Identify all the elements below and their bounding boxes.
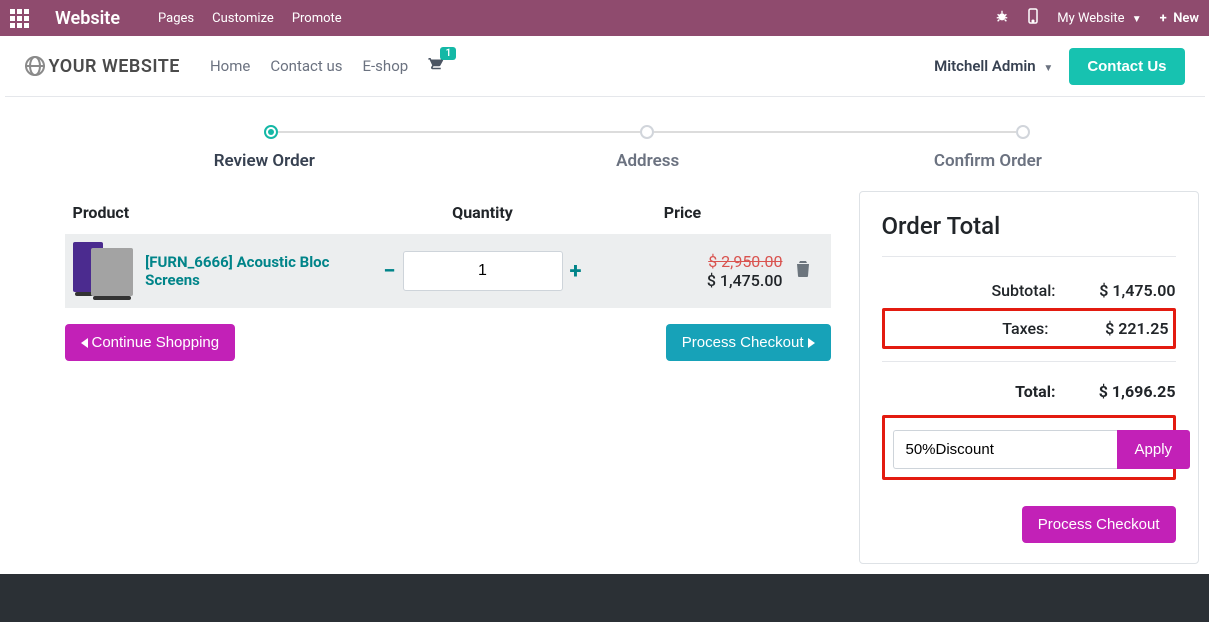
new-button-label: New bbox=[1173, 11, 1199, 26]
cart-table-header: Product Quantity Price bbox=[65, 191, 831, 234]
taxes-row: Taxes: $ 221.25 bbox=[889, 315, 1169, 342]
th-price: Price bbox=[583, 203, 783, 222]
cart-badge: 1 bbox=[440, 47, 456, 60]
site-header-right: Mitchell Admin ▼ Contact Us bbox=[934, 48, 1184, 85]
top-link-promote[interactable]: Promote bbox=[292, 11, 342, 26]
chevron-down-icon: ▼ bbox=[1043, 63, 1053, 74]
topbar-left: Website Pages Customize Promote bbox=[10, 8, 342, 29]
cart-actions: Continue Shopping Process Checkout bbox=[65, 324, 831, 361]
process-checkout-button[interactable]: Process Checkout bbox=[666, 324, 831, 361]
website-switcher[interactable]: My Website ▼ bbox=[1057, 11, 1141, 26]
product-thumbnail bbox=[73, 240, 134, 302]
wizard-step-review[interactable] bbox=[264, 125, 278, 139]
card-process-checkout-button[interactable]: Process Checkout bbox=[1022, 506, 1176, 543]
site-logo[interactable]: YOUR WEBSITE bbox=[25, 56, 180, 77]
nav-contact-us[interactable]: Contact us bbox=[270, 57, 342, 75]
continue-shopping-button[interactable]: Continue Shopping bbox=[65, 324, 236, 361]
wizard-step-confirm[interactable] bbox=[1016, 125, 1030, 139]
product-name-link[interactable]: [FURN_6666] Acoustic Bloc Screens bbox=[145, 253, 382, 289]
price-original: $ 2,950.00 bbox=[583, 252, 783, 271]
remove-line-button[interactable] bbox=[783, 261, 823, 281]
promo-code-input[interactable] bbox=[893, 430, 1117, 469]
wizard-label-confirm: Confirm Order bbox=[831, 151, 1144, 171]
nav-eshop[interactable]: E-shop bbox=[363, 57, 409, 75]
chevron-right-icon bbox=[808, 338, 815, 348]
app-topbar: Website Pages Customize Promote My Websi… bbox=[0, 0, 1209, 36]
promo-row: Apply bbox=[893, 430, 1165, 469]
site-header: YOUR WEBSITE Home Contact us E-shop 1 Mi… bbox=[5, 36, 1205, 97]
order-total-card: Order Total Subtotal: $ 1,475.00 Taxes: … bbox=[859, 191, 1199, 564]
mobile-icon[interactable] bbox=[1027, 8, 1039, 28]
total-row: Total: $ 1,696.25 bbox=[882, 374, 1176, 409]
qty-decrease-button[interactable]: − bbox=[383, 259, 397, 284]
total-value: $ 1,696.25 bbox=[1096, 382, 1176, 401]
chevron-left-icon bbox=[81, 338, 88, 348]
site-nav: Home Contact us E-shop bbox=[210, 57, 408, 75]
bug-icon[interactable] bbox=[995, 9, 1009, 27]
chevron-down-icon: ▼ bbox=[1132, 14, 1142, 25]
site-logo-text: YOUR WEBSITE bbox=[49, 56, 180, 77]
promo-highlight: Apply bbox=[882, 415, 1176, 480]
nav-home[interactable]: Home bbox=[210, 57, 250, 75]
order-total-title: Order Total bbox=[882, 212, 1176, 240]
th-quantity: Quantity bbox=[383, 203, 583, 222]
wizard-label-review: Review Order bbox=[65, 151, 465, 171]
taxes-label: Taxes: bbox=[889, 319, 1089, 338]
apply-promo-button[interactable]: Apply bbox=[1117, 430, 1191, 469]
app-brand[interactable]: Website bbox=[55, 8, 120, 29]
cart-button[interactable]: 1 bbox=[424, 55, 444, 77]
taxes-value: $ 221.25 bbox=[1089, 319, 1169, 338]
cart-table: Product Quantity Price [FURN_6666] Acous… bbox=[65, 191, 831, 308]
subtotal-row: Subtotal: $ 1,475.00 bbox=[882, 273, 1176, 308]
continue-shopping-label: Continue Shopping bbox=[92, 334, 220, 351]
price-discounted: $ 1,475.00 bbox=[583, 271, 783, 290]
cart-section: Product Quantity Price [FURN_6666] Acous… bbox=[65, 191, 831, 361]
wizard-step-address[interactable] bbox=[640, 125, 654, 139]
new-button[interactable]: + New bbox=[1160, 11, 1199, 26]
apps-icon[interactable] bbox=[10, 9, 29, 28]
wizard-label-address: Address bbox=[464, 151, 831, 171]
taxes-highlight: Taxes: $ 221.25 bbox=[882, 308, 1176, 349]
cart-line-item: [FURN_6666] Acoustic Bloc Screens − + $ … bbox=[65, 234, 831, 308]
globe-icon bbox=[25, 56, 45, 76]
process-checkout-label: Process Checkout bbox=[682, 334, 804, 351]
top-link-pages[interactable]: Pages bbox=[158, 11, 194, 26]
total-label: Total: bbox=[882, 382, 1096, 401]
trash-icon bbox=[796, 261, 810, 277]
plus-icon: + bbox=[1160, 11, 1167, 26]
topbar-right: My Website ▼ + New bbox=[995, 8, 1199, 28]
qty-input[interactable] bbox=[403, 251, 563, 291]
contact-us-button[interactable]: Contact Us bbox=[1069, 48, 1184, 85]
website-switcher-label: My Website bbox=[1057, 11, 1124, 26]
user-menu-label: Mitchell Admin bbox=[934, 57, 1036, 75]
th-product: Product bbox=[73, 203, 383, 222]
qty-increase-button[interactable]: + bbox=[569, 259, 583, 284]
top-link-customize[interactable]: Customize bbox=[212, 11, 274, 26]
subtotal-label: Subtotal: bbox=[882, 281, 1096, 300]
checkout-wizard: Review Order Address Confirm Order bbox=[65, 125, 1145, 171]
user-menu[interactable]: Mitchell Admin ▼ bbox=[934, 57, 1053, 75]
subtotal-value: $ 1,475.00 bbox=[1096, 281, 1176, 300]
